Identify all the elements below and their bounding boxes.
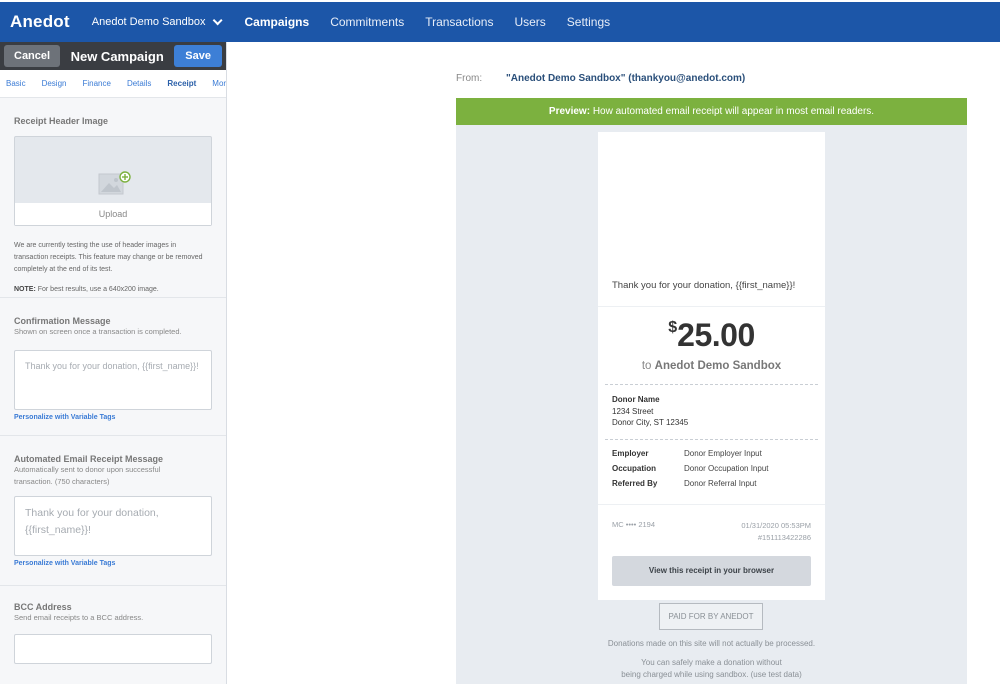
dashed-divider: [605, 439, 818, 440]
add-image-icon: [98, 171, 131, 195]
bcc-title: BCC Address: [14, 602, 72, 612]
confirmation-title: Confirmation Message: [14, 316, 111, 326]
payment-card: MC •••• 2194: [612, 520, 656, 529]
campaign-editor-panel: Cancel New Campaign Save Basic Design Fi…: [0, 42, 227, 684]
paid-for-badge: PAID FOR BY ANEDOT: [659, 603, 763, 630]
transaction-datetime: 01/31/2020 05:53PM: [741, 521, 811, 530]
nav-settings[interactable]: Settings: [567, 15, 610, 29]
transaction-meta: 01/31/2020 05:53PM #151113422286: [741, 520, 811, 543]
tab-basic[interactable]: Basic: [6, 79, 26, 88]
field-key: Referred By: [612, 479, 658, 488]
confirmation-variable-tags-link[interactable]: Personalize with Variable Tags: [14, 414, 212, 421]
nav-transactions[interactable]: Transactions: [425, 15, 493, 29]
tab-finance[interactable]: Finance: [82, 79, 110, 88]
panel-title: New Campaign: [70, 48, 164, 64]
tab-more[interactable]: More: [212, 79, 226, 88]
top-nav-bar: Anedot Anedot Demo Sandbox Campaigns Com…: [0, 0, 1000, 42]
field-key: Employer: [612, 449, 649, 458]
confirmation-subtitle: Shown on screen once a transaction is co…: [14, 327, 182, 336]
field-value: Donor Occupation Input: [684, 464, 769, 473]
save-button[interactable]: Save: [174, 45, 222, 67]
receipt-header-section: Receipt Header Image Upload We are curre…: [0, 98, 226, 298]
donor-street: 1234 Street: [612, 406, 654, 416]
header-image-note: NOTE: For best results, use a 640x200 im…: [14, 286, 212, 293]
email-receipt-message-input[interactable]: Thank you for your donation, {{first_nam…: [14, 496, 212, 556]
confirmation-message-input[interactable]: Thank you for your donation, {{first_nam…: [14, 350, 212, 410]
transaction-id: #151113422286: [757, 532, 811, 542]
panel-header: Cancel New Campaign Save: [0, 42, 226, 70]
sandbox-notice-2: You can safely make a donation without: [641, 658, 782, 667]
email-preview-area: Thank you for your donation, {{first_nam…: [456, 125, 967, 684]
divider: [598, 306, 825, 307]
receipt-header-title: Receipt Header Image: [14, 116, 109, 126]
to-org: Anedot Demo Sandbox: [654, 360, 782, 372]
chevron-down-icon: [212, 14, 223, 25]
tab-receipt[interactable]: Receipt: [167, 79, 196, 88]
note-text: For best results, use a 640x200 image.: [37, 286, 159, 293]
email-receipt-section: Automated Email Receipt Message Automati…: [0, 436, 226, 586]
sandbox-notice-3: being charged while using sandbox. (use …: [621, 670, 802, 679]
editor-tabs: Basic Design Finance Details Receipt Mor…: [0, 70, 226, 98]
preview-banner-text: How automated email receipt will appear …: [592, 106, 875, 117]
upload-label: Upload: [15, 203, 211, 225]
anedot-logo[interactable]: Anedot: [10, 12, 70, 32]
from-value: "Anedot Demo Sandbox" (thankyou@anedot.c…: [506, 73, 746, 84]
donor-block: Donor Name 1234 Street Donor City, ST 12…: [612, 394, 688, 429]
email-receipt-subtitle: Automatically sent to donor upon success…: [14, 465, 161, 486]
header-image-upload[interactable]: Upload: [14, 136, 212, 226]
receipt-thanks-message: Thank you for your donation, {{first_nam…: [612, 280, 796, 291]
note-label: NOTE:: [14, 286, 36, 293]
receipt-card: Thank you for your donation, {{first_nam…: [598, 132, 825, 600]
confirmation-section: Confirmation Message Shown on screen onc…: [0, 298, 226, 436]
field-value: Donor Employer Input: [684, 449, 762, 458]
bcc-section: BCC Address Send email receipts to a BCC…: [0, 586, 226, 666]
from-label: From:: [456, 73, 483, 84]
nav-commitments[interactable]: Commitments: [330, 15, 404, 29]
donor-name: Donor Name: [612, 395, 660, 404]
tab-design[interactable]: Design: [42, 79, 67, 88]
main-nav: Campaigns Commitments Transactions Users…: [235, 15, 611, 29]
preview-banner: Preview: How automated email receipt wil…: [456, 98, 967, 125]
email-receipt-title: Automated Email Receipt Message: [14, 454, 164, 464]
nav-campaigns[interactable]: Campaigns: [245, 15, 310, 29]
receipt-amount: $25.00: [598, 317, 825, 354]
receipt-header-image: [598, 132, 825, 272]
field-key: Occupation: [612, 464, 657, 473]
field-value: Donor Referral Input: [684, 479, 757, 488]
view-in-browser-button[interactable]: View this receipt in your browser: [612, 556, 811, 586]
bcc-subtitle: Send email receipts to a BCC address.: [14, 613, 144, 622]
amount-value: 25.00: [677, 317, 755, 353]
tab-details[interactable]: Details: [127, 79, 151, 88]
currency-symbol: $: [668, 319, 678, 336]
header-image-info: We are currently testing the use of head…: [14, 242, 203, 273]
dashed-divider: [605, 384, 818, 385]
sandbox-notice-1: Donations made on this site will not act…: [607, 639, 816, 648]
receipt-preview-pane: From: "Anedot Demo Sandbox" (thankyou@an…: [228, 42, 1000, 684]
receipt-recipient: to Anedot Demo Sandbox: [598, 360, 825, 372]
preview-banner-label: Preview:: [548, 106, 591, 117]
divider: [598, 504, 825, 505]
account-name: Anedot Demo Sandbox: [91, 16, 206, 28]
email-receipt-variable-tags-link[interactable]: Personalize with Variable Tags: [14, 560, 212, 567]
bcc-address-input[interactable]: [14, 634, 212, 664]
cancel-button[interactable]: Cancel: [4, 45, 61, 67]
nav-users[interactable]: Users: [514, 15, 545, 29]
to-prefix: to: [641, 360, 652, 372]
donor-city: Donor City, ST 12345: [612, 418, 689, 427]
account-switcher[interactable]: Anedot Demo Sandbox: [91, 14, 223, 28]
